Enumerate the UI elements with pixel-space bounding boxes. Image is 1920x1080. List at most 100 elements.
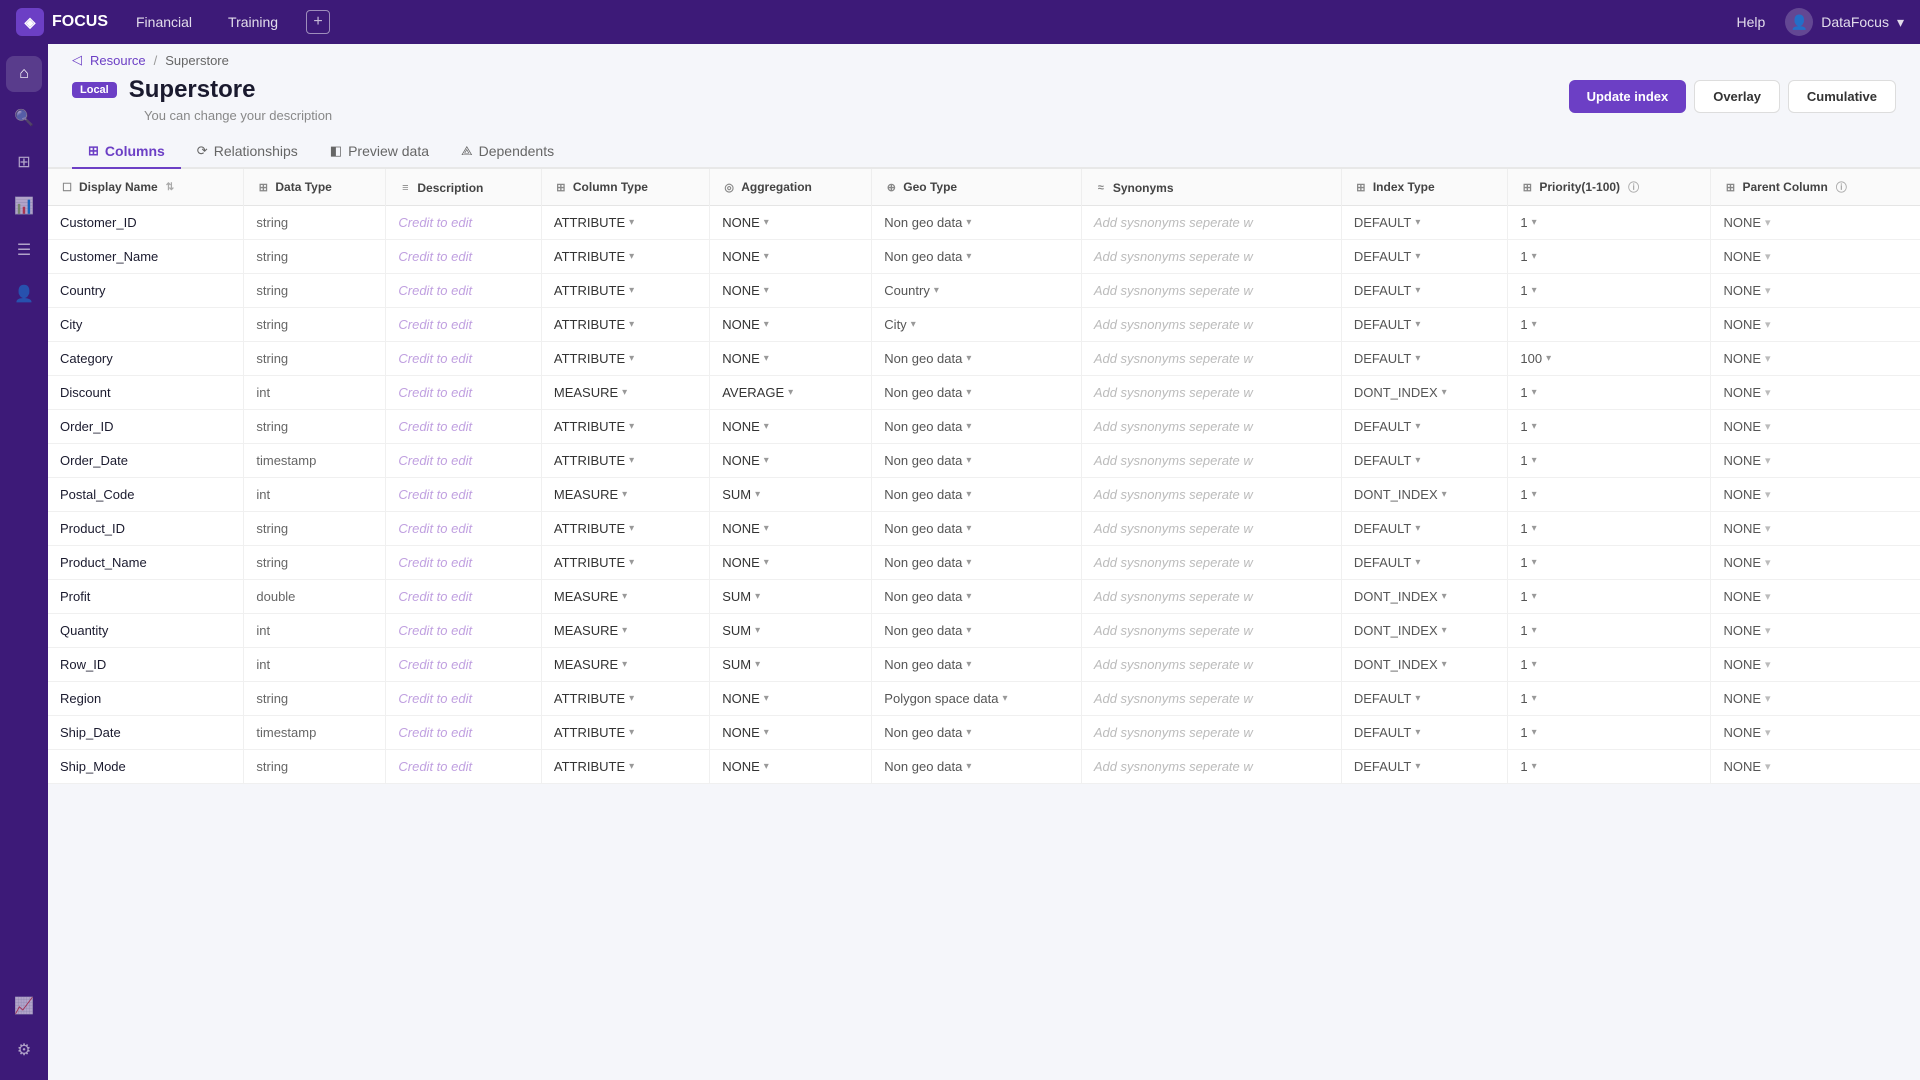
cell-aggregation[interactable]: NONE ▾ [710, 444, 872, 478]
cell-index-type[interactable]: DONT_INDEX ▾ [1341, 648, 1508, 682]
geo-type-dropdown-arrow[interactable]: ▾ [966, 625, 971, 636]
priority-dropdown-arrow[interactable]: ▾ [1532, 693, 1537, 704]
cell-geo-type[interactable]: Non geo data ▾ [872, 580, 1082, 614]
cell-geo-type[interactable]: Non geo data ▾ [872, 478, 1082, 512]
parent-column-expand-arrow[interactable]: ▾ [1765, 522, 1771, 535]
column-type-dropdown-arrow[interactable]: ▾ [629, 557, 634, 568]
update-index-button[interactable]: Update index [1569, 80, 1687, 113]
index-type-dropdown-arrow[interactable]: ▾ [1415, 693, 1420, 704]
geo-type-dropdown-arrow[interactable]: ▾ [966, 761, 971, 772]
cell-aggregation[interactable]: NONE ▾ [710, 274, 872, 308]
cell-column-type[interactable]: ATTRIBUTE ▾ [541, 206, 709, 240]
cell-index-type[interactable]: DONT_INDEX ▾ [1341, 478, 1508, 512]
cell-synonyms[interactable]: Add sysnonyms seperate w [1081, 308, 1341, 342]
cell-description[interactable]: Credit to edit [386, 682, 541, 716]
cell-index-type[interactable]: DEFAULT ▾ [1341, 342, 1508, 376]
tab-relationships[interactable]: ⟳ Relationships [181, 135, 314, 169]
cell-column-type[interactable]: ATTRIBUTE ▾ [541, 512, 709, 546]
nav-financial[interactable]: Financial [128, 10, 200, 34]
cell-geo-type[interactable]: Non geo data ▾ [872, 342, 1082, 376]
cell-description[interactable]: Credit to edit [386, 410, 541, 444]
cell-column-type[interactable]: MEASURE ▾ [541, 376, 709, 410]
user-menu[interactable]: 👤 DataFocus ▾ [1785, 8, 1904, 36]
cell-column-type[interactable]: ATTRIBUTE ▾ [541, 410, 709, 444]
priority-dropdown-arrow[interactable]: ▾ [1532, 591, 1537, 602]
sidebar-list[interactable]: ☰ [6, 232, 42, 268]
column-type-dropdown-arrow[interactable]: ▾ [622, 591, 627, 602]
cell-description[interactable]: Credit to edit [386, 308, 541, 342]
cell-description[interactable]: Credit to edit [386, 274, 541, 308]
cell-synonyms[interactable]: Add sysnonyms seperate w [1081, 376, 1341, 410]
parent-column-expand-arrow[interactable]: ▾ [1765, 318, 1771, 331]
parent-column-info-icon[interactable]: ⓘ [1836, 179, 1847, 195]
cell-geo-type[interactable]: Non geo data ▾ [872, 240, 1082, 274]
cell-index-type[interactable]: DEFAULT ▾ [1341, 308, 1508, 342]
index-type-dropdown-arrow[interactable]: ▾ [1442, 625, 1447, 636]
priority-dropdown-arrow[interactable]: ▾ [1532, 625, 1537, 636]
cell-aggregation[interactable]: NONE ▾ [710, 750, 872, 784]
aggregation-dropdown-arrow[interactable]: ▾ [764, 421, 769, 432]
geo-type-dropdown-arrow[interactable]: ▾ [1003, 693, 1008, 704]
aggregation-dropdown-arrow[interactable]: ▾ [764, 455, 769, 466]
index-type-dropdown-arrow[interactable]: ▾ [1415, 217, 1420, 228]
cell-geo-type[interactable]: Non geo data ▾ [872, 512, 1082, 546]
cell-aggregation[interactable]: AVERAGE ▾ [710, 376, 872, 410]
priority-dropdown-arrow[interactable]: ▾ [1532, 659, 1537, 670]
cell-index-type[interactable]: DEFAULT ▾ [1341, 410, 1508, 444]
cell-description[interactable]: Credit to edit [386, 750, 541, 784]
cell-synonyms[interactable]: Add sysnonyms seperate w [1081, 444, 1341, 478]
cell-synonyms[interactable]: Add sysnonyms seperate w [1081, 274, 1341, 308]
geo-type-dropdown-arrow[interactable]: ▾ [966, 659, 971, 670]
cell-column-type[interactable]: MEASURE ▾ [541, 478, 709, 512]
cell-description[interactable]: Credit to edit [386, 240, 541, 274]
aggregation-dropdown-arrow[interactable]: ▾ [755, 591, 760, 602]
cell-aggregation[interactable]: NONE ▾ [710, 546, 872, 580]
sidebar-chart[interactable]: 📊 [6, 188, 42, 224]
sidebar-user[interactable]: 👤 [6, 276, 42, 312]
parent-column-expand-arrow[interactable]: ▾ [1765, 420, 1771, 433]
tab-columns[interactable]: ⊞ Columns [72, 135, 181, 169]
index-type-dropdown-arrow[interactable]: ▾ [1415, 727, 1420, 738]
aggregation-dropdown-arrow[interactable]: ▾ [764, 353, 769, 364]
cell-geo-type[interactable]: Country ▾ [872, 274, 1082, 308]
index-type-dropdown-arrow[interactable]: ▾ [1442, 489, 1447, 500]
display-name-sort-icon[interactable]: ⇅ [166, 182, 174, 193]
column-type-dropdown-arrow[interactable]: ▾ [629, 727, 634, 738]
geo-type-dropdown-arrow[interactable]: ▾ [966, 455, 971, 466]
geo-type-dropdown-arrow[interactable]: ▾ [966, 353, 971, 364]
index-type-dropdown-arrow[interactable]: ▾ [1415, 761, 1420, 772]
aggregation-dropdown-arrow[interactable]: ▾ [764, 761, 769, 772]
parent-column-expand-arrow[interactable]: ▾ [1765, 284, 1771, 297]
cell-column-type[interactable]: ATTRIBUTE ▾ [541, 342, 709, 376]
column-type-dropdown-arrow[interactable]: ▾ [622, 387, 627, 398]
cell-synonyms[interactable]: Add sysnonyms seperate w [1081, 206, 1341, 240]
cell-geo-type[interactable]: Non geo data ▾ [872, 206, 1082, 240]
geo-type-dropdown-arrow[interactable]: ▾ [966, 489, 971, 500]
cell-aggregation[interactable]: NONE ▾ [710, 206, 872, 240]
tab-preview-data[interactable]: ◧ Preview data [314, 135, 445, 169]
cell-synonyms[interactable]: Add sysnonyms seperate w [1081, 240, 1341, 274]
parent-column-expand-arrow[interactable]: ▾ [1765, 658, 1771, 671]
sidebar-search[interactable]: 🔍 [6, 100, 42, 136]
parent-column-expand-arrow[interactable]: ▾ [1765, 352, 1771, 365]
cell-index-type[interactable]: DONT_INDEX ▾ [1341, 376, 1508, 410]
cell-description[interactable]: Credit to edit [386, 478, 541, 512]
user-dropdown-arrow[interactable]: ▾ [1897, 14, 1904, 31]
cell-synonyms[interactable]: Add sysnonyms seperate w [1081, 614, 1341, 648]
cell-synonyms[interactable]: Add sysnonyms seperate w [1081, 580, 1341, 614]
cell-index-type[interactable]: DONT_INDEX ▾ [1341, 580, 1508, 614]
index-type-dropdown-arrow[interactable]: ▾ [1415, 523, 1420, 534]
cell-index-type[interactable]: DEFAULT ▾ [1341, 716, 1508, 750]
add-tab-button[interactable]: + [306, 10, 330, 34]
aggregation-dropdown-arrow[interactable]: ▾ [755, 489, 760, 500]
parent-column-expand-arrow[interactable]: ▾ [1765, 692, 1771, 705]
index-type-dropdown-arrow[interactable]: ▾ [1442, 591, 1447, 602]
parent-column-expand-arrow[interactable]: ▾ [1765, 250, 1771, 263]
aggregation-dropdown-arrow[interactable]: ▾ [764, 319, 769, 330]
cell-aggregation[interactable]: NONE ▾ [710, 512, 872, 546]
index-type-dropdown-arrow[interactable]: ▾ [1415, 319, 1420, 330]
priority-dropdown-arrow[interactable]: ▾ [1532, 727, 1537, 738]
priority-dropdown-arrow[interactable]: ▾ [1532, 217, 1537, 228]
aggregation-dropdown-arrow[interactable]: ▾ [764, 693, 769, 704]
cell-description[interactable]: Credit to edit [386, 716, 541, 750]
